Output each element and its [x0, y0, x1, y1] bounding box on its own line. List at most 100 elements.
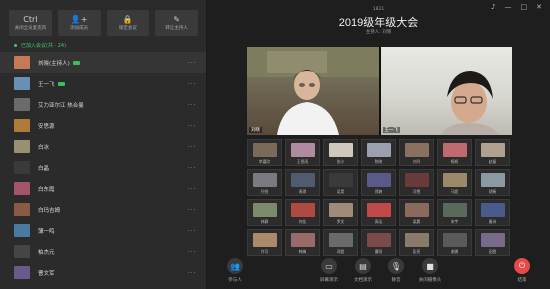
avatar	[14, 203, 30, 216]
share-screen-button[interactable]: ▭ 屏幕演示	[311, 258, 347, 283]
participant-tile[interactable]: 宋宇	[437, 199, 472, 226]
more-options-icon[interactable]: ···	[188, 59, 196, 67]
participant-name: 周琪	[298, 189, 307, 194]
participant-thumbnail	[404, 143, 429, 157]
member-name: 白东霞	[38, 186, 55, 193]
member-row[interactable]: 曹文军 ···	[0, 262, 206, 283]
avatar	[14, 266, 30, 279]
participant-tile[interactable]: 冯雪	[399, 169, 434, 196]
participant-tile[interactable]: 高洁	[361, 199, 396, 226]
member-row[interactable]: 薄一鸣 ···	[0, 220, 206, 241]
control-label: 屏幕演示	[320, 278, 338, 283]
participant-tile[interactable]: 谢娜	[437, 229, 472, 256]
participant-thumbnail	[366, 173, 391, 187]
participant-tile[interactable]: 胡杨	[475, 169, 510, 196]
more-options-icon[interactable]: ···	[188, 227, 196, 235]
avatar	[14, 182, 30, 195]
participant-thumbnail	[366, 233, 391, 247]
participant-tile[interactable]: 杨帆	[437, 139, 472, 166]
participant-tile[interactable]: 李嘉欣	[247, 139, 282, 166]
member-row[interactable]: 安思源 ···	[0, 115, 206, 136]
member-row[interactable]: 白玛吉姆 ···	[0, 199, 206, 220]
participant-name: 王思雨	[296, 159, 309, 164]
more-options-icon[interactable]: ···	[188, 122, 196, 130]
participant-tile[interactable]: 周琪	[285, 169, 320, 196]
more-options-icon[interactable]: ···	[188, 101, 196, 109]
video-tile-speaker[interactable]: 王一飞	[380, 47, 512, 135]
host-video-feed	[247, 47, 379, 135]
participant-tile[interactable]: 孙悦	[247, 169, 282, 196]
share-doc-button[interactable]: ▤ 文档演示	[345, 258, 381, 283]
camera-button[interactable]: ■ 关闭摄像头	[412, 258, 448, 283]
more-options-icon[interactable]: ···	[188, 185, 196, 193]
participant-tile[interactable]: 张小	[323, 139, 358, 166]
participant-thumbnail	[480, 233, 505, 247]
toolbar-button-0[interactable]: Ctrl 关闭全员麦克风	[9, 10, 52, 36]
toolbar-button-2[interactable]: 🔒 锁定会议	[106, 10, 150, 36]
participant-tile[interactable]: 王思雨	[285, 139, 320, 166]
meeting-host-subtitle: 主持人: 刘晓	[365, 30, 392, 35]
participant-tile[interactable]: 何佳	[285, 199, 320, 226]
end-call-button[interactable]: ⏻ 结束	[504, 258, 540, 283]
more-options-icon[interactable]: ···	[188, 269, 196, 277]
participant-tile[interactable]: 许可	[247, 229, 282, 256]
participant-name: 冯雪	[412, 189, 421, 194]
more-options-icon[interactable]: ···	[188, 206, 196, 214]
participant-tile[interactable]: 梁晨	[399, 199, 434, 226]
participant-tile[interactable]: 田甜	[475, 229, 510, 256]
participant-thumbnail	[442, 173, 467, 187]
mic-button[interactable]: 🎙 静音	[378, 258, 414, 283]
participant-tile[interactable]: 彭亮	[399, 229, 434, 256]
participant-name: 吴昊	[336, 189, 345, 194]
add-member-icon: 👤+	[70, 14, 88, 24]
more-options-icon[interactable]: ···	[188, 143, 196, 151]
participant-name: 高洁	[374, 219, 383, 224]
participant-thumbnail	[290, 233, 315, 247]
member-row[interactable]: 白晶 ···	[0, 157, 206, 178]
participant-tile[interactable]: 韩梅	[285, 229, 320, 256]
participant-thumbnail	[442, 233, 467, 247]
end-call-icon: ⏻	[514, 258, 530, 274]
participant-tile[interactable]: 唐诗	[475, 199, 510, 226]
video-tile-host[interactable]: 刘晓	[247, 47, 379, 135]
participant-tile[interactable]: 赵磊	[475, 139, 510, 166]
toolbar-button-3[interactable]: ✎ 转让主持人	[155, 10, 198, 36]
participant-tile[interactable]: 邓超	[323, 229, 358, 256]
control-label: 关闭摄像头	[418, 278, 442, 283]
participant-tile[interactable]: 马超	[437, 169, 472, 196]
member-row[interactable]: 王一飞 ···	[0, 73, 206, 94]
participant-thumbnail	[442, 203, 467, 217]
participant-name: 何佳	[298, 219, 307, 224]
member-name: 柏杰元	[38, 249, 55, 256]
participant-thumbnail	[404, 173, 429, 187]
participant-name: 陈晓	[374, 159, 383, 164]
participant-tile[interactable]: 刘丹	[399, 139, 434, 166]
member-row[interactable]: 白冰 ···	[0, 136, 206, 157]
meeting-title: 2019级年级大会	[338, 17, 419, 29]
participant-tile[interactable]: 林静	[247, 199, 282, 226]
host-video-name: 刘晓	[249, 127, 262, 133]
toolbar-button-1[interactable]: 👤+ 添加成员	[57, 10, 101, 36]
member-row[interactable]: 柏杰元 ···	[0, 241, 206, 262]
participants-button[interactable]: 👥 参与人	[217, 258, 253, 283]
more-options-icon[interactable]: ···	[188, 164, 196, 172]
more-options-icon[interactable]: ···	[188, 248, 196, 256]
member-row[interactable]: 刘晓(主持人) ···	[0, 52, 206, 73]
online-members-header: 已加入会议(共 · 24)	[0, 40, 206, 51]
participant-tile[interactable]: 吴昊	[323, 169, 358, 196]
participant-tile[interactable]: 曹阳	[361, 229, 396, 256]
participant-thumbnail	[480, 173, 505, 187]
participant-thumbnail	[480, 203, 505, 217]
meeting-id: 1821	[372, 7, 385, 12]
more-options-icon[interactable]: ···	[188, 80, 196, 88]
participant-name: 刘丹	[412, 159, 421, 164]
camera-on-icon	[72, 61, 80, 65]
participant-tile[interactable]: 陈晓	[361, 139, 396, 166]
member-row[interactable]: 白东霞 ···	[0, 178, 206, 199]
toolbar-button-label: 锁定会议	[118, 25, 137, 31]
participant-name: 唐诗	[488, 219, 497, 224]
participant-tile[interactable]: 郑爽	[361, 169, 396, 196]
participant-tile[interactable]: 罗文	[323, 199, 358, 226]
member-row[interactable]: 艾力亚尔江 热合曼 ···	[0, 94, 206, 115]
participant-thumbnail	[404, 233, 429, 247]
